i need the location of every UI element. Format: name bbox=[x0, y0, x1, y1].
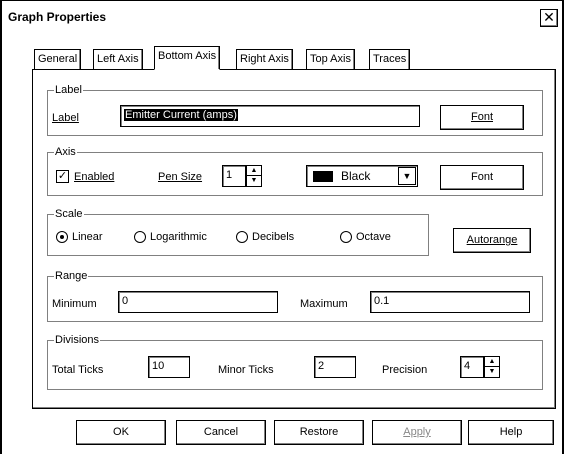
minor-ticks-input[interactable]: 2 bbox=[314, 356, 356, 378]
minimum-input[interactable]: 0 bbox=[118, 291, 278, 313]
restore-button[interactable]: Restore bbox=[274, 420, 364, 445]
range-group-legend: Range bbox=[54, 269, 89, 283]
pen-size-input[interactable]: 1 bbox=[222, 165, 246, 187]
color-dropdown[interactable]: Black ▼ bbox=[306, 165, 418, 187]
pen-size-spinner[interactable]: ▲ ▼ bbox=[246, 165, 262, 187]
maximum-label: Maximum bbox=[300, 298, 348, 310]
bottom-axis-panel: Label Label Emitter Current (amps) Font … bbox=[32, 69, 556, 409]
cancel-button[interactable]: Cancel bbox=[176, 420, 266, 445]
axis-group-legend: Axis bbox=[54, 145, 77, 159]
checkmark-icon: ✓ bbox=[57, 170, 68, 182]
maximum-input[interactable]: 0.1 bbox=[370, 291, 530, 313]
scale-logarithmic-label: Logarithmic bbox=[150, 231, 207, 243]
tab-left-axis[interactable]: Left Axis bbox=[93, 49, 143, 69]
scale-group-legend: Scale bbox=[54, 207, 84, 221]
spin-up-icon[interactable]: ▲ bbox=[485, 357, 499, 367]
label-input[interactable]: Emitter Current (amps) bbox=[120, 105, 420, 127]
scale-linear-label: Linear bbox=[72, 231, 103, 243]
total-ticks-input[interactable]: 10 bbox=[148, 356, 190, 378]
axis-font-button[interactable]: Font bbox=[440, 165, 524, 190]
enabled-checkbox[interactable]: ✓ bbox=[56, 170, 69, 183]
ok-button[interactable]: OK bbox=[76, 420, 166, 445]
spin-up-icon[interactable]: ▲ bbox=[247, 166, 261, 176]
close-icon: ✕ bbox=[543, 9, 555, 25]
axis-group: Axis ✓ Enabled Pen Size 1 ▲ ▼ Black ▼ Fo… bbox=[47, 145, 543, 196]
tab-top-axis[interactable]: Top Axis bbox=[306, 49, 355, 69]
window-title: Graph Properties bbox=[8, 10, 107, 24]
chevron-down-icon[interactable]: ▼ bbox=[398, 167, 416, 185]
scale-octave-radio[interactable] bbox=[340, 231, 352, 243]
minor-ticks-label: Minor Ticks bbox=[218, 364, 274, 376]
enabled-label: Enabled bbox=[74, 171, 115, 183]
tab-general[interactable]: General bbox=[34, 49, 82, 69]
label-field-label: Label bbox=[52, 112, 79, 124]
scale-decibels-radio[interactable] bbox=[236, 231, 248, 243]
color-dropdown-value: Black bbox=[341, 169, 371, 183]
graph-properties-dialog: Graph Properties ✕ General Left Axis Bot… bbox=[0, 0, 564, 454]
scale-decibels-label: Decibels bbox=[252, 231, 295, 243]
scale-linear-radio[interactable] bbox=[56, 231, 68, 243]
tab-right-axis[interactable]: Right Axis bbox=[236, 49, 293, 69]
tab-bottom-axis[interactable]: Bottom Axis bbox=[154, 46, 221, 70]
precision-spinner[interactable]: ▲ ▼ bbox=[484, 356, 500, 378]
autorange-button[interactable]: Autorange bbox=[453, 228, 531, 253]
scale-logarithmic-radio[interactable] bbox=[134, 231, 146, 243]
minimum-label: Minimum bbox=[52, 298, 97, 310]
apply-button[interactable]: Apply bbox=[372, 420, 462, 445]
label-group: Label Label Emitter Current (amps) Font bbox=[47, 83, 543, 136]
total-ticks-label: Total Ticks bbox=[52, 364, 104, 376]
divisions-group-legend: Divisions bbox=[54, 333, 101, 347]
label-font-button[interactable]: Font bbox=[440, 105, 524, 130]
precision-label: Precision bbox=[382, 364, 428, 376]
spin-down-icon[interactable]: ▼ bbox=[485, 367, 499, 377]
range-group: Range Minimum 0 Maximum 0.1 bbox=[47, 269, 543, 322]
divisions-group: Divisions Total Ticks 10 Minor Ticks 2 P… bbox=[47, 333, 543, 390]
label-group-legend: Label bbox=[54, 83, 83, 97]
close-button[interactable]: ✕ bbox=[540, 9, 558, 27]
spin-down-icon[interactable]: ▼ bbox=[247, 176, 261, 186]
scale-group: Scale Linear Logarithmic Decibels Octave bbox=[47, 207, 429, 256]
scale-octave-label: Octave bbox=[356, 231, 391, 243]
pen-size-label: Pen Size bbox=[158, 171, 203, 183]
help-button[interactable]: Help bbox=[468, 420, 554, 445]
title-bar: Graph Properties ✕ bbox=[2, 7, 562, 29]
tab-traces[interactable]: Traces bbox=[369, 49, 411, 69]
precision-input[interactable]: 4 bbox=[460, 356, 484, 378]
color-swatch bbox=[313, 171, 333, 182]
